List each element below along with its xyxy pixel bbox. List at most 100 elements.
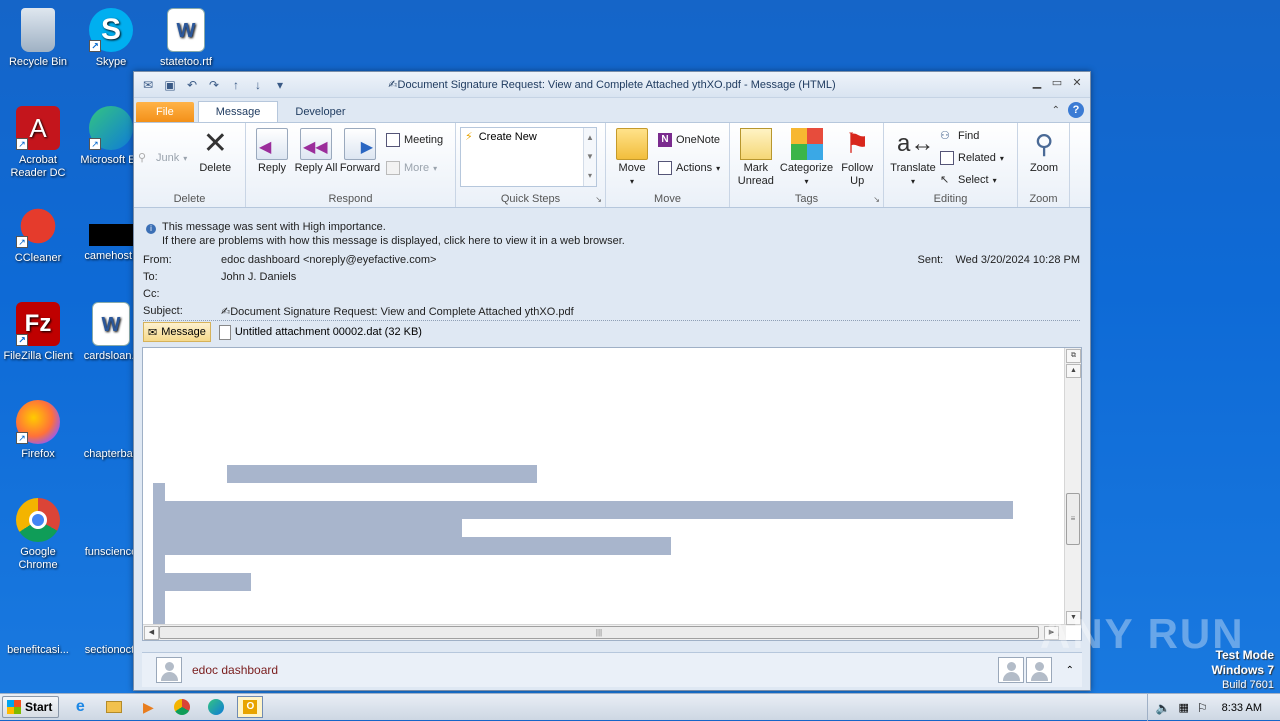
taskbar-outlook[interactable]: O — [237, 696, 264, 718]
quick-step-create-new[interactable]: ⚡ Create New — [461, 128, 596, 145]
related-icon — [940, 151, 954, 165]
start-button[interactable]: Start — [2, 696, 60, 718]
related-button[interactable]: Related ▾ — [940, 148, 1004, 168]
find-button[interactable]: ⚇ Find — [940, 126, 1004, 146]
group-title: Delete — [173, 193, 206, 205]
help-icon[interactable]: ? — [1068, 102, 1084, 118]
blank-file-icon — [89, 224, 133, 246]
horizontal-scroll-thumb[interactable]: ||| — [159, 626, 1039, 639]
sent-row: Sent: Wed 3/20/2024 10:28 PM — [917, 254, 1080, 266]
network-icon[interactable]: ▦ — [1178, 701, 1188, 714]
subject-value: ✍Document Signature Request: View and Co… — [221, 306, 574, 318]
view-in-browser-link[interactable]: If there are problems with how this mess… — [162, 235, 625, 247]
people-pane: edoc dashboard ⌃ — [142, 652, 1082, 687]
close-icon[interactable]: ✕ — [1068, 76, 1086, 92]
down-arrow-icon[interactable]: ↓ — [250, 77, 266, 93]
reply-button[interactable]: ◀ Reply — [250, 128, 294, 178]
minimize-icon[interactable]: ▁ — [1028, 76, 1046, 92]
contact-avatar[interactable] — [1025, 657, 1052, 683]
firefox-icon: ↗ — [16, 400, 60, 444]
move-button[interactable]: Move ▾ — [610, 128, 654, 188]
desktop-icon-label: CCleaner — [14, 252, 62, 264]
tab-message[interactable]: Message — [197, 101, 279, 122]
flag-tray-icon[interactable]: ⚐ — [1197, 701, 1208, 715]
categorize-button[interactable]: Categorize ▾ — [780, 128, 834, 188]
blank-file-icon — [16, 596, 60, 640]
save-icon[interactable]: ▣ — [162, 77, 178, 93]
delete-x-icon: ✕ — [202, 127, 228, 160]
desktop-icon-chrome[interactable]: Google Chrome — [0, 498, 76, 572]
message-view-button[interactable]: ✉ Message — [143, 322, 211, 342]
up-arrow-icon[interactable]: ↑ — [228, 77, 244, 93]
taskbar-chrome[interactable] — [169, 696, 195, 718]
quick-steps-scroll[interactable]: ▲ ▼ ▾ — [583, 128, 596, 186]
contact-avatar[interactable] — [997, 657, 1024, 683]
desktop-icon-acrobat[interactable]: A ↗ Acrobat Reader DC — [0, 106, 76, 180]
group-title: Quick Steps — [500, 193, 561, 205]
reply-all-icon: ◀◀ — [300, 128, 332, 160]
from-value[interactable]: edoc dashboard <noreply@eyefactive.com> — [221, 254, 436, 266]
vertical-scrollbar[interactable]: ⧉ ▲ ≡ ▼ — [1064, 348, 1081, 626]
magnifier-icon: ⚲ — [1034, 129, 1054, 159]
clock[interactable]: 8:33 AM — [1216, 702, 1274, 714]
desktop-icon-skype[interactable]: S ↗ Skype — [73, 8, 149, 69]
scroll-left-icon[interactable]: ◀ — [144, 626, 159, 640]
scroll-up-icon[interactable]: ▲ — [1066, 364, 1081, 378]
volume-icon[interactable]: 🔈 — [1156, 701, 1171, 715]
select-button[interactable]: ↖ Select ▾ — [940, 170, 1004, 190]
follow-up-button[interactable]: ⚑ Follow Up — [835, 128, 879, 188]
collapse-ribbon-icon[interactable]: ⌃ — [1052, 105, 1060, 116]
redo-icon[interactable]: ↷ — [206, 77, 222, 93]
dialog-launcher-icon[interactable]: ↘ — [595, 195, 602, 204]
desktop-icon-statetoo[interactable]: W statetoo.rtf — [148, 8, 224, 69]
chrome-icon — [174, 699, 191, 715]
taskbar-media-player[interactable]: ▶ — [135, 696, 161, 718]
taskbar-edge[interactable] — [203, 696, 229, 718]
attachment-item[interactable]: Untitled attachment 00002.dat (32 KB) — [218, 324, 422, 340]
meeting-button[interactable]: Meeting — [386, 130, 443, 150]
horizontal-scrollbar[interactable]: ◀ ||| ▶ — [143, 624, 1066, 640]
tab-file[interactable]: File — [136, 102, 194, 122]
desktop-icon-label: statetoo.rtf — [160, 56, 212, 68]
redacted-block — [153, 519, 462, 537]
more-button[interactable]: More ▾ — [386, 158, 443, 178]
binoculars-icon: ⚇ — [940, 130, 950, 142]
scroll-options-icon[interactable]: ⧉ — [1066, 349, 1081, 363]
desktop-icon-benefitcasi[interactable]: benefitcasi... — [0, 596, 76, 657]
forward-button[interactable]: ▶ Forward — [338, 128, 382, 178]
recycle-bin-icon — [21, 8, 55, 52]
dialog-launcher-icon[interactable]: ↘ — [873, 195, 880, 204]
redacted-block — [153, 501, 1013, 519]
junk-button[interactable]: ⚲ Junk ▾ — [138, 148, 187, 168]
translate-icon: a↔ — [897, 130, 935, 157]
customize-qat-icon[interactable]: ▾ — [272, 77, 288, 93]
onenote-button[interactable]: N OneNote — [658, 130, 720, 150]
to-value[interactable]: John J. Daniels — [221, 271, 296, 283]
desktop-icon-label: Firefox — [21, 448, 55, 460]
people-pane-name[interactable]: edoc dashboard — [192, 663, 278, 677]
acrobat-icon: A ↗ — [16, 106, 60, 150]
desktop-icon-ccleaner[interactable]: ↗ CCleaner — [0, 204, 76, 265]
delete-button[interactable]: ✕ Delete — [193, 128, 237, 175]
desktop-icon-filezilla[interactable]: Fz ↗ FileZilla Client — [0, 302, 76, 363]
message-body[interactable]: ⧉ ▲ ≡ ▼ ◀ ||| ▶ — [142, 347, 1082, 641]
zoom-button[interactable]: ⚲ Zoom — [1022, 128, 1066, 175]
vertical-scroll-thumb[interactable]: ≡ — [1066, 493, 1080, 545]
reply-all-button[interactable]: ◀◀ Reply All — [294, 128, 338, 178]
skype-icon: S ↗ — [89, 8, 133, 52]
tab-developer[interactable]: Developer — [278, 102, 362, 122]
contact-avatar[interactable] — [156, 657, 182, 683]
actions-button[interactable]: Actions ▾ — [658, 158, 720, 178]
taskbar-ie[interactable]: e — [67, 696, 93, 718]
infobar[interactable]: i This message was sent with High importa… — [146, 220, 625, 248]
undo-icon[interactable]: ↶ — [184, 77, 200, 93]
expand-people-pane-icon[interactable]: ⌃ — [1066, 665, 1074, 676]
taskbar-explorer[interactable] — [101, 696, 127, 718]
mark-unread-button[interactable]: Mark Unread — [734, 128, 778, 188]
translate-button[interactable]: a↔ Translate ▾ — [888, 128, 938, 190]
envelope-unread-icon — [739, 128, 772, 160]
desktop-icon-recycle-bin[interactable]: Recycle Bin — [0, 8, 76, 69]
maximize-icon[interactable]: ▭ — [1048, 76, 1066, 92]
desktop-icon-firefox[interactable]: ↗ Firefox — [0, 400, 76, 461]
windows-logo-icon — [7, 700, 21, 714]
